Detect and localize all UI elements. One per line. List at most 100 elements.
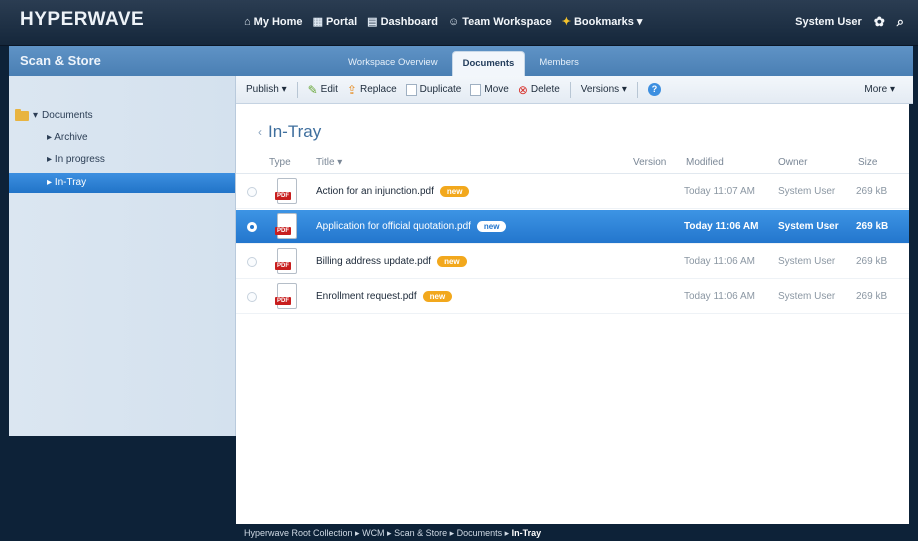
row-modified: Today 11:06 AM: [684, 221, 759, 232]
row-modified: Today 11:06 AM: [684, 291, 755, 302]
tree-root-label: Documents: [42, 110, 93, 121]
tree-item-label: Archive: [54, 132, 88, 143]
col-title[interactable]: Title ▾: [316, 157, 342, 168]
tree-item-label: In progress: [54, 154, 105, 165]
duplicate-label: Duplicate: [419, 84, 462, 95]
col-modified[interactable]: Modified: [686, 157, 724, 168]
nav-label: My Home: [253, 15, 303, 28]
pdf-file-icon: PDF: [275, 178, 297, 204]
breadcrumb-path[interactable]: Hyperwave Root Collection ▸ WCM ▸ Scan &…: [244, 528, 512, 538]
row-size: 269 kB: [856, 291, 888, 302]
nav-label: Bookmarks ▾: [573, 16, 643, 28]
portal-icon: ▦: [312, 16, 323, 28]
row-owner: System User: [778, 256, 836, 267]
breadcrumb-current: In-Tray: [511, 528, 542, 538]
collapse-arrow-icon: ▸: [47, 177, 55, 188]
folder-back-icon[interactable]: ‹: [258, 125, 262, 139]
edit-label: Edit: [320, 84, 338, 95]
table-row[interactable]: PDF Application for official quotation.p…: [236, 210, 909, 244]
row-size: 269 kB: [856, 256, 888, 267]
row-select-radio[interactable]: [247, 187, 257, 197]
nav-dashboard[interactable]: ▤ Dashboard: [367, 15, 439, 29]
new-badge: new: [439, 186, 470, 197]
folder-heading: ‹ In-Tray: [258, 122, 321, 142]
replace-button[interactable]: ⇪ Replace: [345, 83, 399, 97]
tree-item-in-progress[interactable]: ▸ In progress: [47, 154, 105, 165]
new-badge: new: [422, 291, 453, 302]
workspace-tabs: Workspace Overview Documents Members: [338, 51, 589, 76]
document-toolbar: Publish ▾ ✎ Edit ⇪ Replace Duplicate Mov…: [236, 76, 913, 104]
edit-button[interactable]: ✎ Edit: [306, 83, 340, 97]
new-badge: new: [437, 256, 467, 267]
tree-root-documents[interactable]: ▾ Documents: [15, 108, 93, 121]
row-title[interactable]: Action for an injunction.pdf new: [316, 186, 470, 197]
nav-label: Team Workspace: [462, 15, 552, 28]
user-menu[interactable]: System User: [795, 16, 862, 28]
top-bar: HYPERWAVE ⌂ My Home ▦ Portal ▤ Dashboard…: [0, 0, 918, 46]
col-size[interactable]: Size: [858, 157, 877, 168]
row-title[interactable]: Application for official quotation.pdf n…: [316, 221, 507, 232]
top-nav: ⌂ My Home ▦ Portal ▤ Dashboard ☺ Team Wo…: [244, 15, 643, 29]
replace-icon: ⇪: [346, 82, 357, 97]
file-name[interactable]: Application for official quotation.pdf: [316, 221, 471, 232]
row-size: 269 kB: [856, 186, 888, 197]
breadcrumb: Hyperwave Root Collection ▸ WCM ▸ Scan &…: [236, 525, 913, 541]
delete-icon: ⊗: [517, 82, 528, 97]
col-type[interactable]: Type: [269, 157, 291, 168]
file-type-label: PDF: [275, 192, 291, 200]
file-name[interactable]: Enrollment request.pdf: [316, 291, 417, 302]
nav-team-workspace[interactable]: ☺ Team Workspace: [448, 15, 552, 28]
tab-members[interactable]: Members: [529, 51, 589, 76]
dashboard-icon: ▤: [367, 16, 378, 28]
help-button[interactable]: ?: [646, 83, 663, 96]
row-select-radio[interactable]: [247, 292, 257, 302]
expand-arrow-icon[interactable]: ▾: [33, 110, 38, 121]
new-badge: new: [476, 221, 507, 232]
file-type-label: PDF: [275, 262, 291, 270]
replace-label: Replace: [359, 84, 397, 95]
nav-bookmarks[interactable]: ✦ Bookmarks ▾: [562, 15, 643, 28]
table-row[interactable]: PDF Action for an injunction.pdf new Tod…: [236, 175, 909, 209]
file-name[interactable]: Action for an injunction.pdf: [316, 186, 434, 197]
table-row[interactable]: PDF Billing address update.pdf new Today…: [236, 245, 909, 279]
row-title[interactable]: Enrollment request.pdf new: [316, 291, 453, 302]
delete-label: Delete: [530, 84, 560, 95]
workspace-header: Scan & Store Workspace Overview Document…: [9, 46, 913, 76]
more-button[interactable]: More ▾: [862, 84, 897, 95]
nav-label: Dashboard: [380, 15, 439, 28]
versions-button[interactable]: Versions ▾: [579, 84, 629, 95]
row-owner: System User: [778, 221, 839, 232]
duplicate-icon: [405, 83, 417, 96]
pencil-icon: ✎: [307, 82, 318, 97]
tree-item-archive[interactable]: ▸ Archive: [47, 132, 88, 143]
workspace-title: Scan & Store: [20, 53, 101, 68]
col-owner[interactable]: Owner: [778, 157, 807, 168]
file-name[interactable]: Billing address update.pdf: [316, 256, 431, 267]
pdf-file-icon: PDF: [275, 248, 297, 274]
file-type-label: PDF: [275, 227, 291, 235]
search-icon[interactable]: ⌕: [897, 14, 904, 30]
delete-button[interactable]: ⊗ Delete: [516, 83, 562, 97]
tree-item-label: In-Tray: [54, 177, 87, 188]
duplicate-button[interactable]: Duplicate: [404, 83, 464, 96]
row-title[interactable]: Billing address update.pdf new: [316, 256, 467, 267]
gear-icon[interactable]: ✿: [874, 14, 885, 30]
tree-item-in-tray[interactable]: ▸ In-Tray: [9, 173, 235, 193]
col-version[interactable]: Version: [633, 157, 666, 168]
row-owner: System User: [778, 186, 836, 197]
toolbar-divider: [296, 81, 298, 98]
move-button[interactable]: Move: [468, 83, 510, 96]
publish-button[interactable]: Publish ▾: [244, 84, 289, 95]
toolbar-divider: [569, 81, 571, 98]
toolbar-divider: [636, 81, 638, 98]
tab-workspace-overview[interactable]: Workspace Overview: [338, 51, 448, 76]
row-select-radio[interactable]: [247, 257, 257, 267]
tab-documents[interactable]: Documents: [451, 51, 526, 76]
app-logo[interactable]: HYPERWAVE: [20, 9, 144, 31]
page-title: In-Tray: [268, 122, 322, 141]
table-row[interactable]: PDF Enrollment request.pdf new Today 11:…: [236, 280, 909, 314]
nav-my-home[interactable]: ⌂ My Home: [244, 15, 303, 28]
row-select-radio[interactable]: [247, 222, 257, 232]
collapse-arrow-icon: ▸: [47, 154, 55, 165]
nav-portal[interactable]: ▦ Portal: [312, 15, 358, 29]
